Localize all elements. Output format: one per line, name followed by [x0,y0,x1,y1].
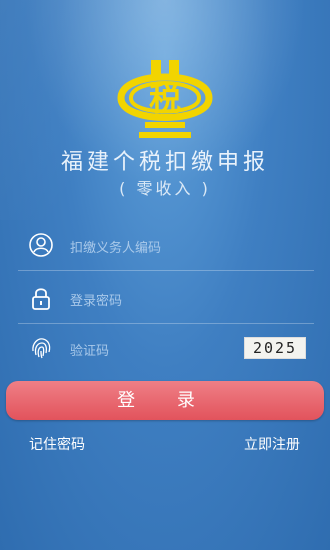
app-title: 福建个税扣缴申报 [60,150,269,175]
password-field[interactable]: 登录密码 [18,275,314,324]
captcha-placeholder: 验证码 [70,344,110,359]
emblem-character: 税 [149,80,181,118]
lock-icon [32,288,50,310]
fingerprint-icon [32,338,51,359]
remember-password-link[interactable]: 记住密码 [29,434,85,454]
login-button[interactable]: 登 录 [6,381,324,420]
register-link[interactable]: 立即注册 [244,434,300,454]
app-subtitle: ( 零收入 ) [119,179,211,198]
taxpayer-code-field[interactable]: 扣缴义务人编码 [18,222,314,271]
taxpayer-code-placeholder: 扣缴义务人编码 [70,241,162,256]
password-placeholder: 登录密码 [70,294,123,309]
tax-emblem-logo: 税 [117,60,213,138]
captcha-image[interactable]: 2025 [244,337,306,359]
user-icon [29,233,53,257]
